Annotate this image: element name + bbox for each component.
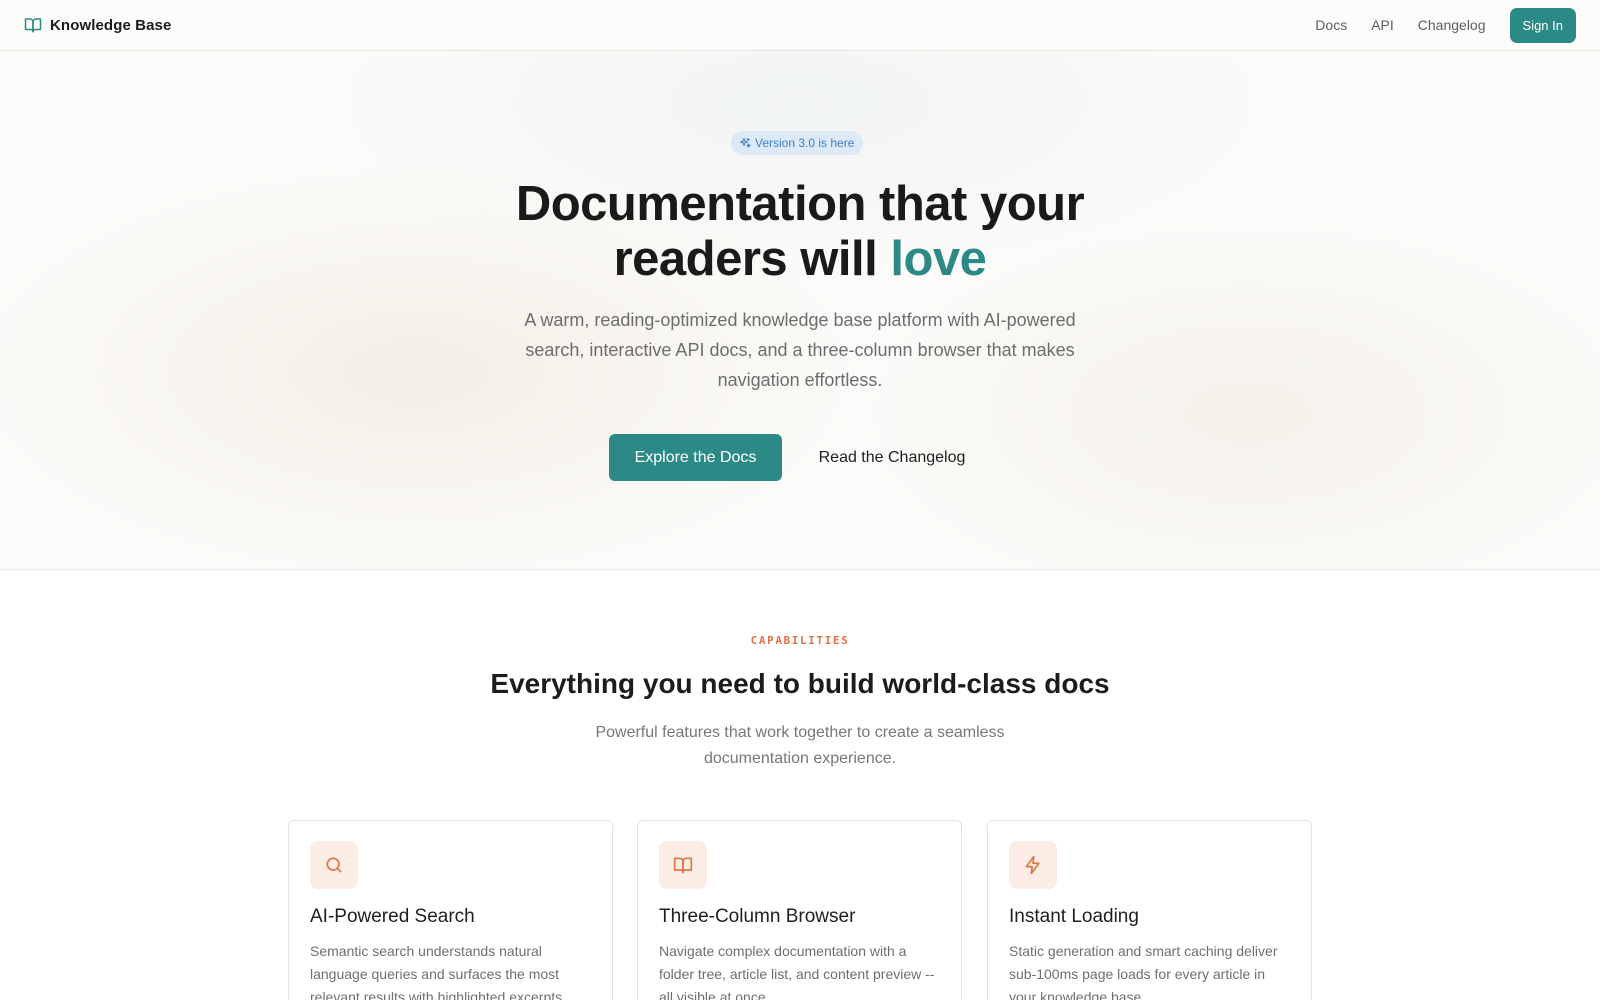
main-nav: Docs API Changelog Sign In [1315, 7, 1576, 43]
feature-card-description: Static generation and smart caching deli… [1009, 943, 1278, 1000]
brand-name: Knowledge Base [50, 16, 172, 34]
feature-icon-tile [310, 841, 358, 889]
capabilities-eyebrow: CAPABILITIES [750, 634, 850, 647]
hero-title: Documentation that your readers will lov… [0, 177, 1600, 287]
nav-link-api[interactable]: API [1371, 17, 1394, 33]
feature-icon-tile [1009, 841, 1057, 889]
lightning-icon [1025, 855, 1040, 875]
capabilities-title: Everything you need to build world-class… [490, 668, 1110, 699]
sparkles-icon [739, 137, 751, 148]
feature-card-title: Instant Loading [1009, 906, 1139, 927]
nav-link-changelog[interactable]: Changelog [1418, 17, 1486, 33]
feature-card-title: AI-Powered Search [310, 906, 475, 927]
book-open-icon [24, 18, 42, 33]
feature-card-description: Semantic search understands natural lang… [310, 943, 567, 1000]
version-badge[interactable]: Version 3.0 is here [731, 131, 864, 155]
hero-title-accent: love [890, 232, 987, 286]
feature-card-instant-loading[interactable]: Instant Loading Static generation and sm… [987, 820, 1312, 1000]
hero-title-line2: readers will [613, 232, 891, 286]
read-changelog-button[interactable]: Read the Changelog [802, 434, 982, 481]
version-badge-label: Version 3.0 is here [755, 136, 855, 150]
hero-section: Version 3.0 is here Documentation that y… [0, 51, 1600, 570]
top-navigation-bar: Knowledge Base Docs API Changelog Sign I… [0, 0, 1600, 51]
book-open-icon [673, 857, 693, 874]
feature-icon-tile [659, 841, 707, 889]
feature-cards: AI-Powered Search Semantic search unders… [288, 820, 1312, 1000]
explore-docs-button[interactable]: Explore the Docs [609, 434, 782, 481]
feature-card-description: Navigate complex documentation with a fo… [659, 943, 935, 1000]
search-icon [326, 857, 342, 873]
sign-in-button[interactable]: Sign In [1509, 7, 1576, 43]
feature-card-three-column[interactable]: Three-Column Browser Navigate complex do… [637, 820, 962, 1000]
feature-card-title: Three-Column Browser [659, 906, 856, 927]
hero-title-line1: Documentation that your [515, 177, 1085, 231]
feature-card-ai-search[interactable]: AI-Powered Search Semantic search unders… [288, 820, 613, 1000]
nav-link-docs[interactable]: Docs [1315, 17, 1347, 33]
hero-description: A warm, reading-optimized knowledge base… [524, 310, 1076, 390]
capabilities-subtitle: Powerful features that work together to … [595, 724, 1005, 767]
brand-link[interactable]: Knowledge Base [24, 16, 171, 34]
